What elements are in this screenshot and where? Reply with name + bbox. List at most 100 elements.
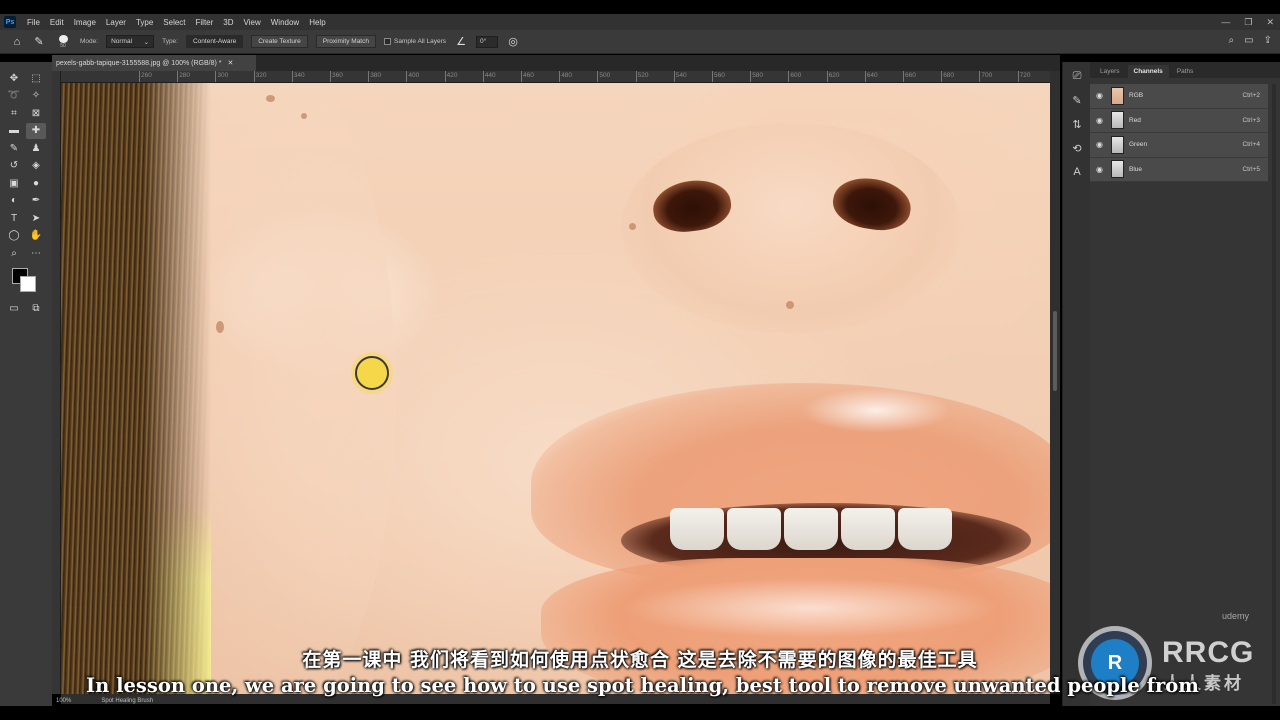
ruler-tick — [788, 71, 790, 82]
status-bar: 100% Spot Healing Brush — [52, 696, 352, 706]
gradient-tool-icon[interactable]: ▣ — [4, 175, 24, 192]
history-panel-icon[interactable]: ⎚ — [1063, 64, 1091, 88]
menu-filter[interactable]: Filter — [191, 18, 219, 27]
channel-row-blue[interactable]: ◉ Blue Ctrl+5 — [1090, 157, 1268, 182]
ruler-tick-label: 560 — [714, 72, 725, 79]
background-color-swatch[interactable] — [20, 276, 36, 292]
menu-file[interactable]: File — [22, 18, 45, 27]
menu-window[interactable]: Window — [266, 18, 304, 27]
tooth — [727, 508, 781, 550]
dodge-tool-icon[interactable]: ◐ — [4, 193, 24, 210]
menu-type[interactable]: Type — [131, 18, 158, 27]
ruler-tick-label: 480 — [561, 72, 573, 79]
color-swatches — [10, 266, 40, 296]
visibility-eye-icon[interactable]: ◉ — [1096, 116, 1106, 125]
marquee-tool-icon[interactable]: ⬚ — [26, 70, 46, 87]
ruler-tick-label: 420 — [446, 72, 458, 79]
menu-3d[interactable]: 3D — [218, 18, 238, 27]
clone-source-icon[interactable]: ⟲ — [1063, 136, 1091, 160]
minimize-icon[interactable]: — — [1221, 17, 1230, 27]
eraser-tool-icon[interactable]: ◈ — [26, 158, 46, 175]
quick-mask-icon[interactable]: ▭ — [4, 300, 24, 317]
ruler-tick-label: 440 — [484, 72, 496, 79]
magic-wand-tool-icon[interactable]: ✧ — [26, 88, 46, 105]
shape-tool-icon[interactable]: ◯ — [4, 228, 24, 245]
ruler-tick-label: 400 — [408, 72, 420, 79]
menu-image[interactable]: Image — [69, 18, 101, 27]
tab-channels[interactable]: Channels — [1127, 65, 1169, 78]
character-panel-icon[interactable]: A — [1063, 160, 1091, 184]
ruler-tick-label: 680 — [943, 72, 955, 79]
tooth — [670, 508, 724, 550]
create-texture-button[interactable]: Create Texture — [251, 35, 308, 48]
history-brush-tool-icon[interactable]: ↺ — [4, 158, 24, 175]
brush-tip-icon — [58, 34, 68, 43]
home-icon[interactable]: ⌂ — [10, 35, 24, 49]
ruler-tick-label: 380 — [370, 72, 382, 79]
type-tool-icon[interactable]: T — [4, 210, 24, 227]
document-canvas[interactable] — [61, 83, 1050, 694]
panel-scrollbar[interactable] — [1272, 84, 1276, 704]
ruler-tick-label: 340 — [293, 72, 305, 79]
more-tools-icon[interactable]: ⋯ — [26, 245, 46, 262]
ruler-tool-icon[interactable]: ▬ — [4, 123, 24, 140]
visibility-eye-icon[interactable]: ◉ — [1096, 91, 1106, 100]
pen-tool-icon[interactable]: ✒ — [26, 193, 46, 210]
lasso-tool-icon[interactable]: ➰ — [4, 88, 24, 105]
search-icon[interactable]: ⌕ — [1229, 35, 1235, 46]
ruler-tick — [291, 71, 293, 82]
teeth — [651, 508, 971, 550]
content-aware-button[interactable]: Content-Aware — [185, 35, 244, 48]
channel-row-green[interactable]: ◉ Green Ctrl+4 — [1090, 133, 1268, 158]
menu-help[interactable]: Help — [304, 18, 330, 27]
stamp-tool-icon[interactable]: ♟ — [26, 140, 46, 157]
zoom-tool-icon[interactable]: ⌕ — [4, 245, 24, 262]
visibility-eye-icon[interactable]: ◉ — [1096, 165, 1106, 174]
brush-settings-icon[interactable]: ✎ — [1063, 88, 1091, 112]
mode-select[interactable]: Normal ⌄ — [106, 35, 155, 48]
tab-paths[interactable]: Paths — [1171, 65, 1200, 78]
screen-mode-icon[interactable]: ⧉ — [26, 300, 46, 317]
pressure-size-icon[interactable]: ◎ — [506, 35, 520, 49]
ruler-tick — [712, 71, 713, 82]
brush-tool-icon[interactable]: ✎ — [4, 140, 24, 157]
frame-tool-icon[interactable]: ⊠ — [26, 105, 46, 122]
close-icon[interactable]: ✕ — [1266, 17, 1274, 28]
blur-tool-icon[interactable]: ● — [26, 175, 46, 192]
ruler-tick — [864, 71, 866, 82]
spot-healing-brush-icon[interactable]: ✎ — [32, 35, 46, 49]
close-tab-icon[interactable]: ✕ — [227, 59, 233, 67]
adjustments-icon[interactable]: ⇅ — [1063, 112, 1091, 136]
move-tool-icon[interactable]: ✥ — [4, 70, 24, 87]
menu-edit[interactable]: Edit — [45, 18, 69, 27]
crop-tool-icon[interactable]: ⌗ — [4, 105, 24, 122]
vertical-scroll-thumb[interactable] — [1053, 311, 1057, 391]
ruler-tick — [750, 71, 752, 82]
vertical-scrollbar[interactable] — [1050, 71, 1060, 694]
channel-shortcut: Ctrl+2 — [1242, 92, 1260, 100]
letterbox-top — [0, 0, 1280, 14]
brush-preset-picker[interactable]: 50 — [54, 34, 72, 49]
channel-row-red[interactable]: ◉ Red Ctrl+3 — [1090, 108, 1268, 133]
path-selection-tool-icon[interactable]: ➤ — [26, 210, 46, 227]
channel-row-rgb[interactable]: ◉ RGB Ctrl+2 — [1090, 84, 1268, 109]
spot-healing-tool-icon[interactable]: ✚ — [26, 122, 46, 139]
brush-cursor — [355, 356, 389, 390]
workspace-icon[interactable]: ▭ — [1244, 35, 1253, 46]
menu-layer[interactable]: Layer — [101, 18, 131, 27]
ruler-tick-label: 320 — [255, 72, 267, 79]
zoom-level[interactable]: 100% — [56, 698, 71, 704]
panel-icon-strip: ⎚ ✎ ⇅ ⟲ A — [1062, 62, 1090, 706]
hand-tool-icon[interactable]: ✋ — [26, 228, 46, 245]
restore-icon[interactable]: ❐ — [1244, 17, 1252, 28]
visibility-eye-icon[interactable]: ◉ — [1096, 140, 1106, 149]
menu-select[interactable]: Select — [158, 18, 190, 27]
angle-input[interactable]: 0° — [476, 35, 499, 48]
tab-layers[interactable]: Layers — [1094, 65, 1126, 78]
ruler-tick — [521, 71, 522, 82]
menu-view[interactable]: View — [239, 18, 266, 27]
document-tab[interactable]: pexels-gabb-tapique-3155588.jpg @ 100% (… — [52, 55, 256, 71]
sample-all-layers-checkbox[interactable]: Sample All Layers — [383, 38, 446, 45]
share-icon[interactable]: ⇪ — [1264, 35, 1272, 46]
proximity-match-button[interactable]: Proximity Match — [315, 35, 376, 48]
